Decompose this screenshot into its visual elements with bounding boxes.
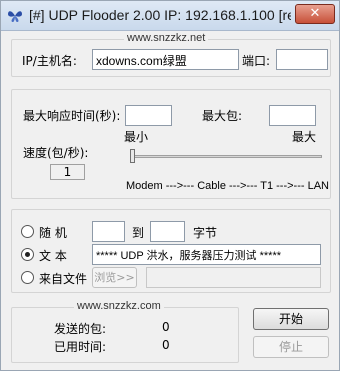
slider-max-label: 最大 <box>292 130 317 144</box>
speed-slider-track[interactable] <box>130 155 322 158</box>
sent-packets-value: 0 <box>162 320 170 334</box>
app-window: [#] UDP Flooder 2.00 IP: 192.168.1.100 [… <box>0 0 340 371</box>
max-time-label: 最大响应时间(秒): <box>23 109 121 123</box>
data-group: 随 机 到 字节 文 本 ***** UDP 洪水，服务器压力测试 ***** … <box>11 209 331 293</box>
max-time-input[interactable] <box>125 105 172 126</box>
random-from-input[interactable] <box>92 221 125 242</box>
bytes-label: 字节 <box>193 226 218 240</box>
browse-button[interactable]: 浏览>> <box>92 267 137 288</box>
speed-slider-thumb[interactable] <box>130 149 135 163</box>
elapsed-time-value: 0 <box>162 338 170 352</box>
text-label: 文 本 <box>39 249 67 263</box>
file-label: 来自文件 <box>39 272 88 286</box>
random-radio[interactable] <box>21 225 34 238</box>
max-packets-input[interactable] <box>269 105 316 126</box>
start-button[interactable]: 开始 <box>253 308 329 330</box>
text-input[interactable]: ***** UDP 洪水，服务器压力测试 ***** <box>92 244 321 265</box>
ip-input[interactable]: xdowns.com绿盟 <box>92 49 239 70</box>
file-path-input[interactable] <box>146 267 321 288</box>
target-group: www.snzzkz.net IP/主机名: xdowns.com绿盟 端口: <box>11 32 331 77</box>
status-group-title: www.snzzkz.com <box>74 300 164 312</box>
stop-button[interactable]: 停止 <box>253 336 329 358</box>
timing-group: 最大响应时间(秒): 最大包: 速度(包/秒): 1 最小 最大 Modem -… <box>11 89 331 199</box>
close-button[interactable]: ✕ <box>295 4 335 24</box>
file-radio[interactable] <box>21 271 34 284</box>
max-packets-label: 最大包: <box>202 109 243 123</box>
speed-label: 速度(包/秒): <box>23 146 89 160</box>
speed-value: 1 <box>50 164 85 180</box>
sent-packets-label: 发送的包: <box>54 322 107 336</box>
to-label: 到 <box>132 226 145 240</box>
speed-scale-caption: Modem --->--- Cable --->--- T1 --->--- L… <box>126 180 330 192</box>
port-label: 端口: <box>242 54 271 68</box>
ip-label: IP/主机名: <box>22 54 77 68</box>
random-label: 随 机 <box>39 226 67 240</box>
text-radio[interactable] <box>21 248 34 261</box>
window-title: [#] UDP Flooder 2.00 IP: 192.168.1.100 [… <box>29 7 291 23</box>
butterfly-icon <box>8 11 22 22</box>
random-to-input[interactable] <box>150 221 185 242</box>
title-bar[interactable]: [#] UDP Flooder 2.00 IP: 192.168.1.100 [… <box>1 1 339 31</box>
slider-min-label: 最小 <box>124 130 149 144</box>
status-group: www.snzzkz.com 发送的包: 0 已用时间: 0 <box>11 300 239 363</box>
target-group-title: www.snzzkz.net <box>124 32 209 44</box>
port-input[interactable] <box>276 49 328 70</box>
elapsed-time-label: 已用时间: <box>54 340 107 354</box>
